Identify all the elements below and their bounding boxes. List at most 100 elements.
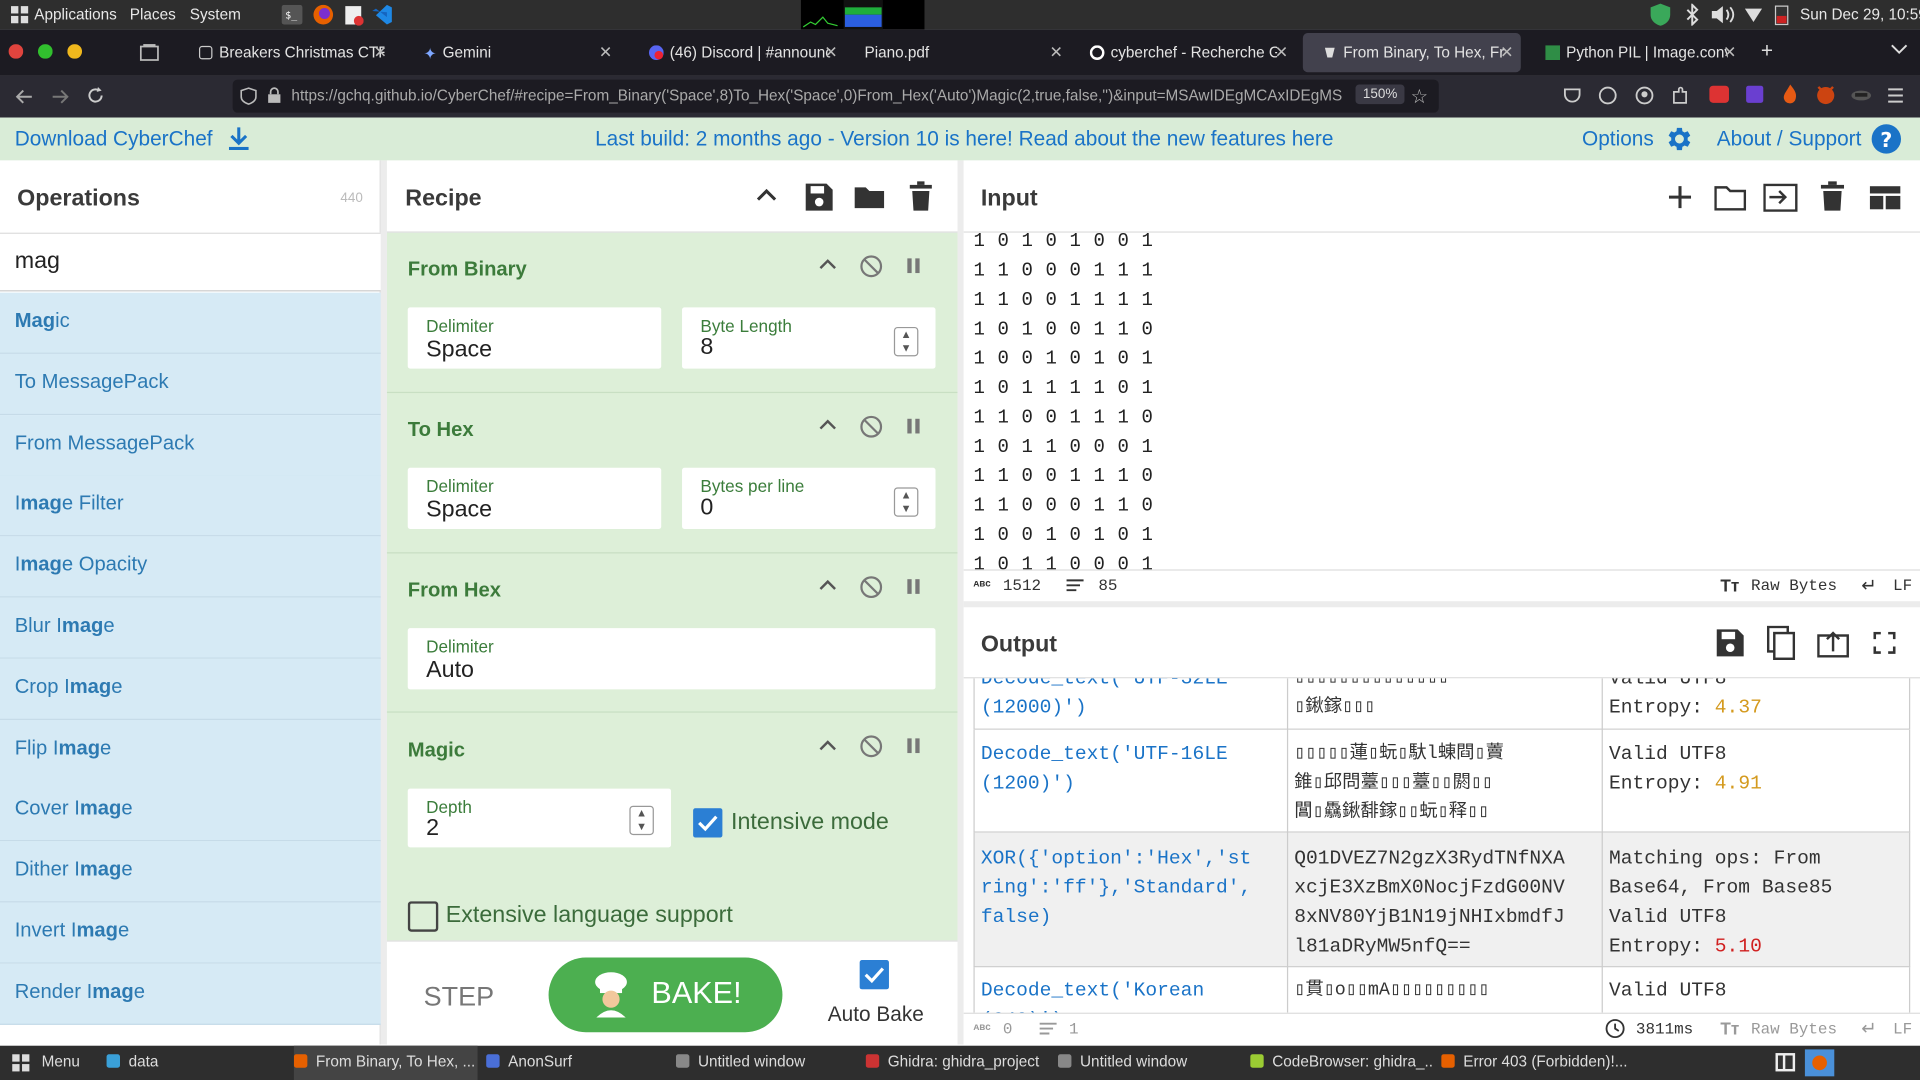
close-tab-icon[interactable]: ✕: [374, 43, 387, 63]
extensive-language-checkbox[interactable]: [407, 901, 439, 932]
save-output-icon[interactable]: [1716, 628, 1745, 657]
add-tab-plus-icon[interactable]: [1668, 185, 1692, 209]
depth-field[interactable]: Depth 2 ▲ ▼: [407, 788, 672, 848]
firefox-launcher-icon[interactable]: [312, 4, 334, 26]
operation-item[interactable]: Dither Image: [0, 841, 381, 903]
intensive-mode-checkbox[interactable]: [693, 808, 723, 838]
close-tab-icon[interactable]: ✕: [824, 43, 837, 63]
auto-bake-label[interactable]: Auto Bake: [828, 1003, 924, 1027]
firefox-tray-icon[interactable]: [1811, 1054, 1828, 1071]
input-encoding[interactable]: Raw Bytes: [1751, 577, 1837, 595]
copy-output-icon[interactable]: [1766, 625, 1796, 661]
operation-item[interactable]: Image Filter: [0, 475, 381, 537]
new-tab-icon[interactable]: +: [1761, 39, 1773, 63]
volume-icon[interactable]: [1709, 4, 1738, 26]
stepper-icon[interactable]: ▲ ▼: [893, 487, 919, 517]
tab-gemini[interactable]: ✦ Gemini ✕: [404, 33, 620, 72]
close-tab-icon[interactable]: ✕: [599, 43, 612, 63]
tab-discord[interactable]: (46) Discord | #announce ✕: [629, 33, 845, 72]
output-magic-table[interactable]: Decode_text('UTF-32LE (12000)') ▯▯▯▯▯▯▯▯…: [964, 678, 1920, 1013]
terminal-icon[interactable]: $_: [281, 4, 303, 25]
disable-op-icon[interactable]: [860, 255, 883, 278]
tracking-shield-icon[interactable]: [240, 87, 257, 105]
close-tab-icon[interactable]: ✕: [1050, 43, 1063, 63]
back-arrow-icon[interactable]: [15, 87, 35, 107]
clear-input-trash-icon[interactable]: [1820, 181, 1845, 212]
disable-op-icon[interactable]: [860, 576, 883, 599]
pause-breakpoint-icon[interactable]: [906, 737, 921, 754]
operation-item[interactable]: Image Opacity: [0, 536, 381, 598]
close-window-button[interactable]: [8, 44, 24, 59]
collapse-all-chevron-up-icon[interactable]: [756, 187, 778, 202]
intensive-mode-label[interactable]: Intensive mode: [731, 809, 889, 836]
system-menu[interactable]: System: [190, 6, 241, 23]
step-button[interactable]: STEP: [424, 981, 494, 1013]
sync-icon[interactable]: [1635, 86, 1655, 106]
operation-search-input[interactable]: mag: [0, 232, 381, 292]
tab-cyberchef-search[interactable]: cyberchef - Recherche G ✕: [1070, 33, 1295, 72]
network-icon[interactable]: [1744, 5, 1764, 25]
recipe-cell[interactable]: XOR({'option':'Hex','st ring':'ff'},'Sta…: [981, 844, 1285, 932]
extension-devil-icon[interactable]: [1815, 83, 1837, 105]
taskbar-window-item[interactable]: From Binary, To Hex, ...: [293, 1045, 478, 1080]
zoom-level[interactable]: 150%: [1355, 84, 1405, 105]
chevron-up-icon[interactable]: [819, 419, 836, 431]
disable-op-icon[interactable]: [860, 415, 883, 438]
operation-item[interactable]: Flip Image: [0, 719, 381, 781]
op-from-hex[interactable]: From Hex Delimiter Auto: [386, 553, 958, 713]
bytes-per-line-field[interactable]: Bytes per line 0 ▲ ▼: [682, 467, 936, 529]
op-magic[interactable]: Magic Depth 2 ▲ ▼ Intensive mode Extensiv…: [387, 713, 958, 941]
pocket-icon[interactable]: [1562, 86, 1582, 106]
extensive-language-label[interactable]: Extensive language support: [446, 902, 733, 929]
download-cyberchef-link[interactable]: Download CyberChef: [15, 127, 213, 151]
pause-breakpoint-icon[interactable]: [906, 578, 921, 595]
operation-item[interactable]: Cover Image: [0, 780, 381, 842]
taskbar-window-item[interactable]: data: [106, 1053, 278, 1070]
byte-length-field[interactable]: Byte Length 8 ▲ ▼: [682, 307, 936, 369]
operation-item[interactable]: Crop Image: [0, 658, 381, 720]
about-support-link[interactable]: About / Support: [1717, 127, 1862, 151]
battery-icon[interactable]: [1774, 4, 1789, 26]
delimiter-field[interactable]: Delimiter Auto: [407, 628, 936, 690]
list-tabs-chevron-down-icon[interactable]: [1891, 43, 1908, 55]
stepper-icon[interactable]: ▲ ▼: [629, 805, 654, 836]
delimiter-field[interactable]: Delimiter Space: [407, 307, 662, 369]
bluetooth-icon[interactable]: [1685, 3, 1700, 26]
account-icon[interactable]: [1598, 86, 1618, 106]
options-link[interactable]: Options: [1582, 127, 1654, 151]
load-recipe-folder-icon[interactable]: [853, 185, 885, 209]
menu-grid-icon[interactable]: [11, 1053, 31, 1073]
close-tab-icon[interactable]: ✕: [1275, 43, 1288, 63]
operation-item[interactable]: Render Image: [0, 963, 381, 1025]
extension-red-icon[interactable]: [1708, 83, 1730, 105]
extension-purple-icon[interactable]: [1744, 83, 1766, 105]
help-question-icon[interactable]: ?: [1871, 124, 1902, 155]
op-to-hex[interactable]: To Hex Delimiter Space Bytes per line 0 …: [386, 393, 958, 554]
url-text[interactable]: https://gchq.github.io/CyberChef/#recipe…: [291, 87, 1344, 104]
output-eol[interactable]: LF: [1893, 1020, 1912, 1038]
places-menu[interactable]: Places: [130, 6, 176, 23]
taskbar-window-item[interactable]: CodeBrowser: ghidra_...: [1250, 1053, 1434, 1070]
tab-breakers-ctf[interactable]: Breakers Christmas CTF ✕: [179, 33, 395, 72]
url-bar[interactable]: https://gchq.github.io/CyberChef/#recipe…: [232, 79, 1439, 113]
workspace-icon[interactable]: [1774, 1052, 1796, 1073]
document-launcher-icon[interactable]: [344, 5, 364, 26]
output-encoding[interactable]: Raw Bytes: [1751, 1020, 1837, 1038]
gear-icon[interactable]: [1663, 124, 1694, 155]
pause-breakpoint-icon[interactable]: [906, 418, 921, 435]
build-notice-link[interactable]: Last build: 2 months ago - Version 10 is…: [595, 127, 1333, 151]
maximize-window-button[interactable]: [37, 44, 53, 59]
taskbar-menu[interactable]: Menu: [42, 1053, 80, 1070]
tab-cyberchef-active[interactable]: From Binary, To Hex, Fro ✕: [1302, 33, 1521, 73]
download-icon[interactable]: [228, 126, 250, 151]
tab-piano-pdf[interactable]: Piano.pdf ✕: [845, 33, 1070, 72]
extension-disguise-icon[interactable]: [1850, 84, 1872, 104]
disable-op-icon[interactable]: [860, 735, 883, 758]
auto-bake-checkbox[interactable]: [859, 960, 889, 990]
stepper-icon[interactable]: ▲ ▼: [893, 326, 919, 357]
applications-menu-icon[interactable]: [10, 5, 30, 25]
input-eol[interactable]: LF: [1893, 577, 1912, 595]
chevron-up-icon[interactable]: [819, 579, 836, 591]
bookmark-star-icon[interactable]: ☆: [1411, 84, 1429, 108]
extensions-puzzle-icon[interactable]: [1670, 86, 1690, 106]
